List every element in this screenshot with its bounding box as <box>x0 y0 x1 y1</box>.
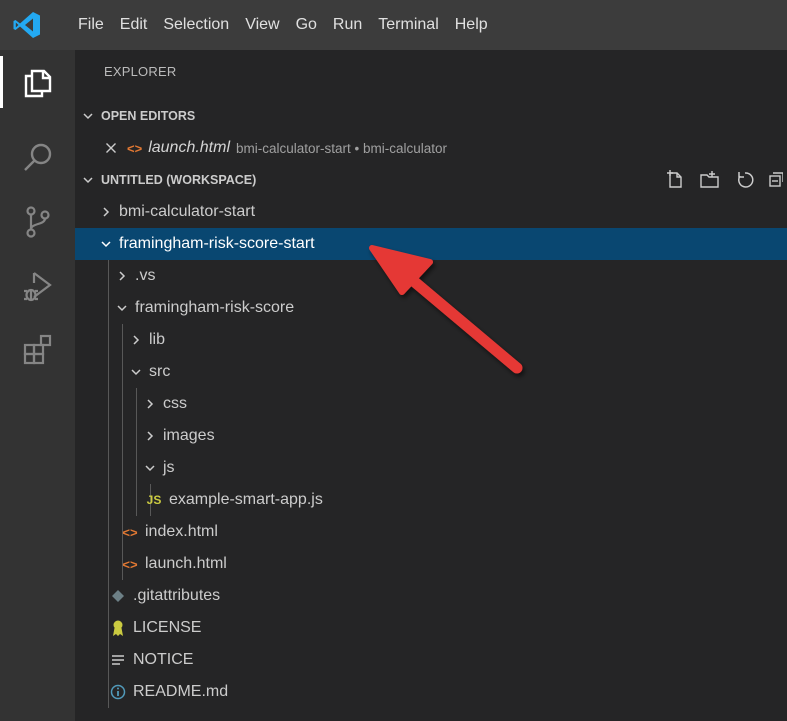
open-editors-label: OPEN EDITORS <box>101 109 196 123</box>
extensions-icon[interactable] <box>0 318 75 382</box>
tree-label: README.md <box>133 683 229 700</box>
tree-label: css <box>163 395 187 412</box>
collapse-all-icon[interactable] <box>769 170 783 190</box>
tree-label: launch.html <box>145 555 227 572</box>
menu-file[interactable]: File <box>70 0 112 50</box>
tree-folder-framingham-risk-score-start[interactable]: framingham-risk-score-start <box>75 228 787 260</box>
search-icon[interactable] <box>0 126 75 190</box>
tree-file-license[interactable]: LICENSE <box>75 612 787 644</box>
tree-file-notice[interactable]: NOTICE <box>75 644 787 676</box>
chevron-down-icon <box>75 174 101 186</box>
chevron-down-icon <box>97 239 115 249</box>
tree-file-index-html[interactable]: <> index.html <box>75 516 787 548</box>
new-folder-icon[interactable] <box>699 170 721 190</box>
text-file-icon <box>109 654 127 666</box>
tree-file-example-smart-app-js[interactable]: JS example-smart-app.js <box>75 484 787 516</box>
tree-label: LICENSE <box>133 619 202 636</box>
tree-folder-framingham-risk-score[interactable]: framingham-risk-score <box>75 292 787 324</box>
chevron-right-icon <box>127 334 145 346</box>
explorer-sidebar: EXPLORER OPEN EDITORS <> launch.html bmi… <box>75 50 787 721</box>
tree-folder-js[interactable]: js <box>75 452 787 484</box>
menu-terminal[interactable]: Terminal <box>370 0 446 50</box>
tree-label: lib <box>149 331 166 348</box>
workspace-header[interactable]: UNTITLED (WORKSPACE) <box>75 164 787 196</box>
open-editor-item[interactable]: <> launch.html bmi-calculator-start • bm… <box>75 132 787 164</box>
chevron-right-icon <box>97 206 115 218</box>
chevron-down-icon <box>141 463 159 473</box>
chevron-right-icon <box>113 270 131 282</box>
tree-label: bmi-calculator-start <box>119 203 256 220</box>
tree-label: .gitattributes <box>133 587 221 604</box>
workspace-actions <box>665 164 787 196</box>
license-icon <box>109 619 127 637</box>
run-debug-icon[interactable] <box>0 254 75 318</box>
open-editor-filename: launch.html <box>148 139 231 156</box>
tree-label: framingham-risk-score <box>135 299 295 316</box>
tree-file-readme[interactable]: README.md <box>75 676 787 708</box>
explorer-title: EXPLORER <box>104 64 177 79</box>
tree-label: .vs <box>135 267 156 284</box>
open-editor-description: bmi-calculator-start • bmi-calculator <box>236 140 448 156</box>
chevron-right-icon <box>141 430 159 442</box>
tree-file-gitattributes[interactable]: .gitattributes <box>75 580 787 612</box>
menu-help[interactable]: Help <box>447 0 496 50</box>
new-file-icon[interactable] <box>665 170 685 190</box>
html-file-icon: <> <box>122 556 138 572</box>
vscode-logo-icon <box>0 0 70 50</box>
tree-folder-images[interactable]: images <box>75 420 787 452</box>
tree-folder-bmi-calculator-start[interactable]: bmi-calculator-start <box>75 196 787 228</box>
info-icon <box>109 684 127 700</box>
tree-label: framingham-risk-score-start <box>119 235 315 252</box>
close-icon[interactable] <box>105 142 121 154</box>
activity-bar <box>0 50 75 721</box>
menu-selection[interactable]: Selection <box>155 0 237 50</box>
menu-bar: File Edit Selection View Go Run Terminal… <box>0 0 787 50</box>
chevron-down-icon <box>127 367 145 377</box>
source-control-icon[interactable] <box>0 190 75 254</box>
refresh-icon[interactable] <box>735 170 755 190</box>
workspace-label: UNTITLED (WORKSPACE) <box>101 173 257 187</box>
chevron-down-icon <box>75 110 101 122</box>
html-file-icon: <> <box>127 140 143 156</box>
tree-label: js <box>163 459 175 476</box>
chevron-down-icon <box>113 303 131 313</box>
js-file-icon: JS <box>146 493 162 507</box>
tree-file-launch-html[interactable]: <> launch.html <box>75 548 787 580</box>
tree-label: example-smart-app.js <box>169 491 323 508</box>
menu-run[interactable]: Run <box>325 0 370 50</box>
tree-folder-vs[interactable]: .vs <box>75 260 787 292</box>
tree-label: NOTICE <box>133 651 194 668</box>
git-file-icon <box>109 589 127 603</box>
chevron-right-icon <box>141 398 159 410</box>
html-file-icon: <> <box>122 524 138 540</box>
tree-label: index.html <box>145 523 218 540</box>
files-icon[interactable] <box>0 50 75 114</box>
menu-go[interactable]: Go <box>288 0 325 50</box>
tree-folder-src[interactable]: src <box>75 356 787 388</box>
menu-view[interactable]: View <box>237 0 287 50</box>
tree-folder-css[interactable]: css <box>75 388 787 420</box>
tree-label: images <box>163 427 215 444</box>
tree-label: src <box>149 363 171 380</box>
tree-folder-lib[interactable]: lib <box>75 324 787 356</box>
menu-edit[interactable]: Edit <box>112 0 156 50</box>
open-editors-header[interactable]: OPEN EDITORS <box>75 100 787 132</box>
